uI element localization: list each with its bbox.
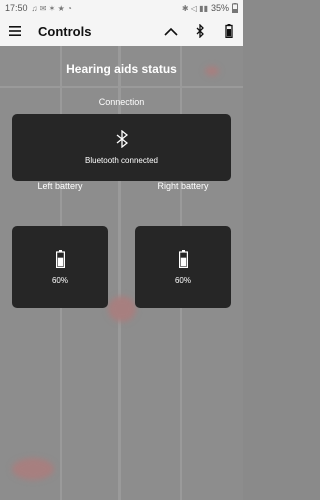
system-icons: ✱ ◁ ▮▮	[181, 3, 208, 13]
battery-icon	[55, 249, 65, 268]
status-battery-percent: 35%	[210, 3, 229, 13]
status-time: 17:50	[5, 3, 28, 13]
connection-card: Bluetooth connected	[12, 114, 231, 181]
battery-icon	[178, 249, 188, 268]
notification-icons: ♫ ✉ ✶ ★ ◔	[31, 3, 72, 13]
right-battery-label: Right battery	[157, 181, 209, 191]
bluetooth-icon	[116, 130, 128, 148]
hearing-aids-status-panel: Hearing aids status Connection Bluetooth…	[0, 46, 243, 500]
hamburger-menu-icon[interactable]	[0, 16, 30, 46]
left-battery-label: Left battery	[37, 181, 83, 191]
battery-icon[interactable]	[214, 16, 243, 46]
app-bar: Controls	[0, 16, 243, 46]
page-title: Controls	[38, 23, 92, 39]
chevron-up-icon[interactable]	[156, 16, 185, 46]
connection-status: Bluetooth connected	[85, 156, 158, 165]
bluetooth-icon[interactable]	[185, 16, 214, 46]
right-battery-value: 60%	[174, 275, 191, 285]
panel-title: Hearing aids status	[66, 62, 177, 76]
right-battery-fill	[180, 257, 186, 266]
left-battery-card: 60%	[12, 226, 108, 308]
left-battery-fill	[57, 257, 63, 266]
status-battery-icon	[232, 3, 238, 13]
left-battery-value: 60%	[51, 275, 68, 285]
connection-label: Connection	[98, 97, 145, 107]
status-bar: 17:50 ♫ ✉ ✶ ★ ◔ ✱ ◁ ▮▮ 35%	[0, 0, 243, 16]
right-battery-card: 60%	[135, 226, 231, 308]
